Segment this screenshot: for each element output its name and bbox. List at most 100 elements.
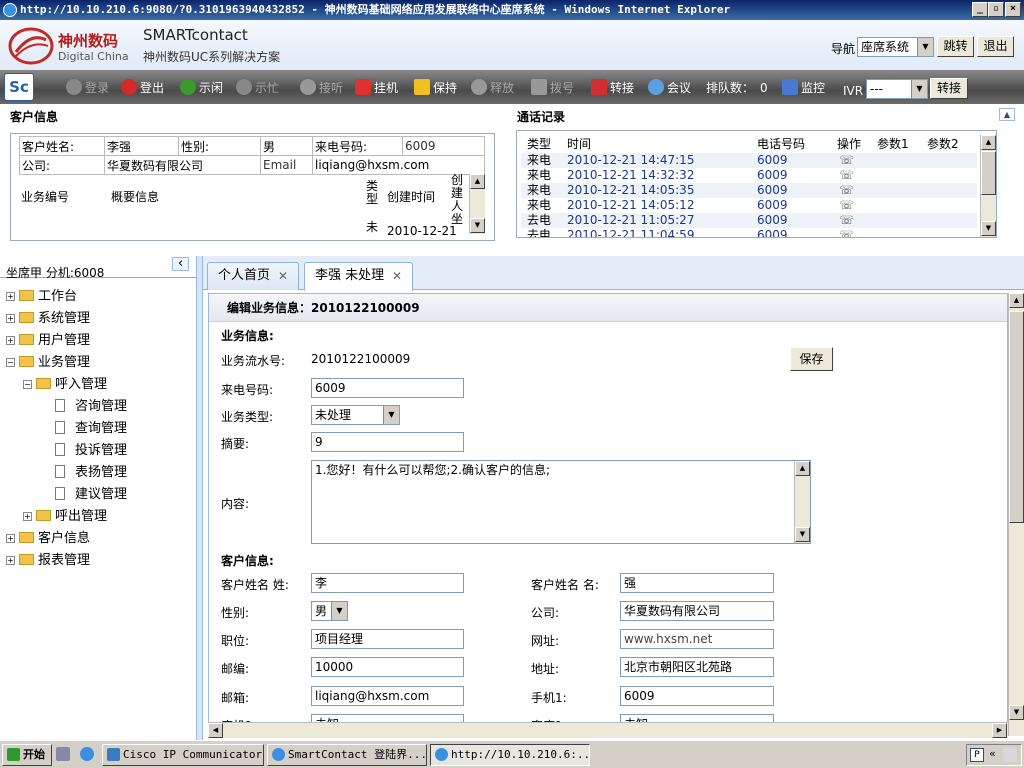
sidebar-item-inbound[interactable]: − 呼入管理 (23, 375, 107, 395)
address-field[interactable]: 北京市朝阳区北苑路 (620, 657, 774, 677)
dial-button[interactable]: 拨号 (531, 79, 574, 97)
save-button[interactable]: 保存 (790, 347, 833, 371)
call-record-row[interactable]: 去电 2010-12-21 11:04:59 6009 ☏ (521, 228, 977, 237)
customer-biz-scrollbar[interactable]: ▲ ▼ (469, 174, 485, 234)
expand-icon[interactable]: + (6, 314, 15, 323)
expand-icon[interactable]: + (6, 292, 15, 301)
close-icon[interactable]: ✕ (278, 263, 288, 289)
callback-phone-icon[interactable]: ☏ (839, 153, 854, 168)
nav-select[interactable]: 座席系统 ▼ (857, 37, 934, 57)
ie-icon[interactable] (80, 747, 94, 761)
login-button[interactable]: 登录 (66, 79, 109, 97)
sidebar-item-business[interactable]: − 业务管理 (6, 353, 90, 373)
calls-scrollbar[interactable]: ▲ ▼ (980, 135, 996, 237)
expand-icon[interactable]: + (6, 336, 15, 345)
scroll-right-icon[interactable]: ▶ (992, 723, 1007, 738)
biz-type-select[interactable]: 未处理 ▼ (311, 405, 400, 425)
hold-button[interactable]: 保持 (414, 79, 457, 97)
scroll-down-icon[interactable]: ▼ (981, 221, 996, 236)
call-record-row[interactable]: 来电 2010-12-21 14:05:12 6009 ☏ (521, 198, 977, 213)
page-vertical-scrollbar[interactable]: ▲ ▼ (1008, 293, 1024, 736)
exit-button[interactable]: 退出 (977, 36, 1014, 57)
expand-icon[interactable]: + (23, 512, 32, 521)
tab-home[interactable]: 个人首页 ✕ (207, 262, 299, 290)
desktop-icon[interactable] (56, 747, 70, 761)
content-textarea[interactable]: 1.您好！有什么可以帮您;2.确认客户的信息; ▲ ▼ (311, 460, 811, 544)
sidebar-item-users[interactable]: + 用户管理 (6, 331, 90, 351)
close-icon[interactable]: ✕ (392, 263, 402, 289)
close-window-button[interactable]: × (1005, 2, 1021, 17)
email-field[interactable]: liqiang@hxsm.com (311, 686, 464, 706)
hangup-button[interactable]: 挂机 (355, 79, 398, 97)
start-button[interactable]: 开始 (2, 744, 52, 766)
company-field[interactable]: 华夏数码有限公司 (620, 601, 774, 621)
sidebar-item-suggest[interactable]: 建议管理 (55, 485, 127, 505)
logout-button[interactable]: 登出 (121, 79, 164, 97)
collapse-up-icon[interactable]: ▲ (999, 108, 1015, 121)
callback-phone-icon[interactable]: ☏ (839, 198, 854, 213)
callback-phone-icon[interactable]: ☏ (839, 213, 854, 228)
scroll-thumb[interactable] (1009, 311, 1024, 523)
scroll-down-icon[interactable]: ▼ (795, 527, 810, 542)
tray-expand-icon[interactable]: « (989, 747, 996, 760)
expand-icon[interactable]: + (6, 556, 15, 565)
sidebar-item-customer[interactable]: + 客户信息 (6, 529, 90, 549)
scroll-down-icon[interactable]: ▼ (1009, 705, 1024, 720)
task-cisco[interactable]: Cisco IP Communicator (102, 744, 264, 766)
zip-field[interactable]: 10000 (311, 657, 464, 677)
scroll-up-icon[interactable]: ▲ (795, 461, 810, 476)
scroll-up-icon[interactable]: ▲ (1009, 293, 1024, 308)
sidebar-item-praise[interactable]: 表扬管理 (55, 463, 127, 483)
transfer-toolbar-button[interactable]: 转接 (591, 79, 634, 97)
mobile-field[interactable]: 6009 (620, 686, 774, 706)
sidebar-splitter[interactable] (196, 256, 203, 740)
ivr-select[interactable]: --- ▼ (866, 79, 928, 99)
summary-field[interactable]: 9 (311, 432, 464, 452)
monitor-button[interactable]: 监控 (782, 79, 825, 97)
sidebar-item-complaint[interactable]: 投诉管理 (55, 441, 127, 461)
answer-button[interactable]: 接听 (300, 79, 343, 97)
sidebar-item-system[interactable]: + 系统管理 (6, 309, 90, 329)
sidebar-item-outbound[interactable]: + 呼出管理 (23, 507, 107, 527)
speaker-icon[interactable] (1003, 748, 1017, 762)
callback-phone-icon[interactable]: ☏ (839, 228, 854, 237)
tab-case-liqiang[interactable]: 李强 未处理 ✕ (304, 262, 413, 291)
release-button[interactable]: 释放 (471, 79, 514, 97)
ready-button[interactable]: 示闲 (180, 79, 223, 97)
call-record-row[interactable]: 来电 2010-12-21 14:32:32 6009 ☏ (521, 168, 977, 183)
scroll-up-icon[interactable]: ▲ (981, 135, 996, 150)
scroll-up-icon[interactable]: ▲ (470, 174, 485, 189)
sidebar-item-workbench[interactable]: + 工作台 (6, 287, 77, 307)
caller-field[interactable]: 6009 (311, 378, 464, 398)
ime-icon[interactable]: P (970, 748, 984, 762)
collapse-icon[interactable]: − (23, 380, 32, 389)
given-name-field[interactable]: 强 (620, 573, 774, 593)
maximize-button[interactable]: ▫ (988, 2, 1004, 17)
collapse-icon[interactable]: − (6, 358, 15, 367)
task-smartcontact[interactable]: SmartContact 登陆界... (267, 744, 427, 766)
horizontal-scrollbar[interactable]: ◀ ▶ (208, 722, 1008, 738)
busy-button[interactable]: 示忙 (236, 79, 279, 97)
expand-icon[interactable]: + (6, 534, 15, 543)
sidebar-item-reports[interactable]: + 报表管理 (6, 551, 90, 571)
position-field[interactable]: 项目经理 (311, 629, 464, 649)
website-field[interactable]: www.hxsm.net (620, 629, 774, 649)
content-scrollbar[interactable]: ▲ ▼ (794, 461, 810, 543)
call-record-row[interactable]: 去电 2010-12-21 11:05:27 6009 ☏ (521, 213, 977, 228)
conference-button[interactable]: 会议 (648, 79, 691, 97)
task-browser-active[interactable]: http://10.10.210.6:... (430, 744, 590, 766)
minimize-button[interactable]: _ (972, 2, 988, 17)
callback-phone-icon[interactable]: ☏ (839, 168, 854, 183)
surname-field[interactable]: 李 (311, 573, 464, 593)
gender-select[interactable]: 男 ▼ (311, 601, 348, 621)
sidebar-item-query[interactable]: 查询管理 (55, 419, 127, 439)
sidebar-item-consult[interactable]: 咨询管理 (55, 397, 127, 417)
jump-button[interactable]: 跳转 (937, 36, 974, 57)
ivr-transfer-button[interactable]: 转接 (930, 78, 968, 99)
call-record-row[interactable]: 来电 2010-12-21 14:47:15 6009 ☏ (521, 153, 977, 168)
scroll-down-icon[interactable]: ▼ (470, 218, 485, 233)
sidebar-collapse-button[interactable]: ‹ (172, 257, 189, 271)
callback-phone-icon[interactable]: ☏ (839, 183, 854, 198)
call-record-row[interactable]: 来电 2010-12-21 14:05:35 6009 ☏ (521, 183, 977, 198)
scroll-thumb[interactable] (981, 151, 996, 195)
